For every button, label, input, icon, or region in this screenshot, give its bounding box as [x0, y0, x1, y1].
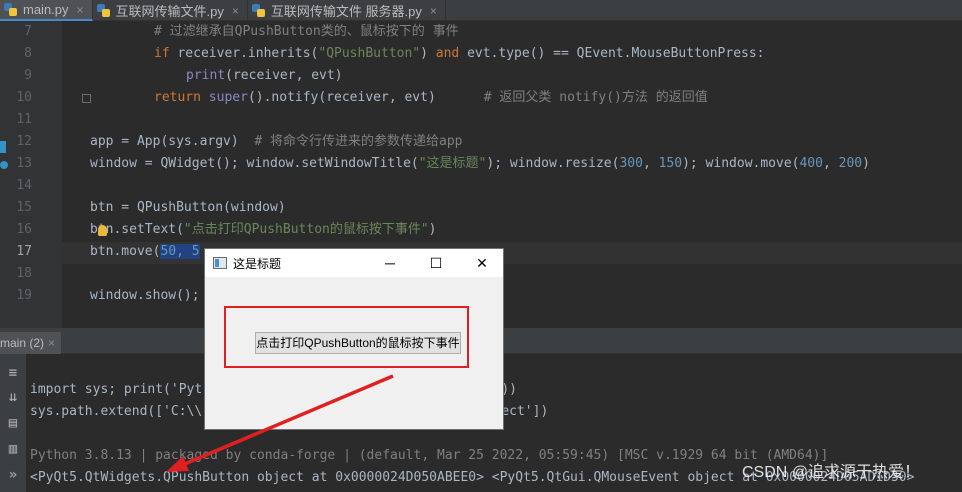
- minimize-button[interactable]: ─: [367, 249, 413, 277]
- python-file-icon: [96, 4, 110, 17]
- line-number: 14: [16, 178, 32, 193]
- close-icon[interactable]: ×: [232, 4, 239, 18]
- code-line-10: return super().notify(receiver, evt) # 返回…: [154, 90, 708, 105]
- code-line-9: print(receiver, evt): [186, 68, 343, 83]
- line-number: 12: [16, 134, 32, 149]
- line-number: 16: [16, 222, 32, 237]
- run-tab[interactable]: main (2) ×: [0, 332, 62, 354]
- line-number: 11: [16, 112, 32, 127]
- tab-label: 互联网传输文件 服务器.py: [270, 4, 422, 19]
- console-line: Python 3.8.13 | packaged by conda-forge …: [30, 448, 829, 463]
- close-button[interactable]: ✕: [459, 249, 505, 277]
- code-line-8: if receiver.inherits("QPushButton") and …: [154, 46, 765, 61]
- line-number: 17: [16, 244, 32, 259]
- line-number: 19: [16, 288, 32, 303]
- tab-transfer-server-py[interactable]: 互联网传输文件 服务器.py ×: [248, 0, 446, 21]
- close-icon[interactable]: ×: [48, 336, 55, 350]
- fold-icon[interactable]: [82, 94, 91, 103]
- line-number-gutter: 7 8 9 10 11 12 13 14 15 16 17 18 19: [0, 21, 62, 328]
- tab-transfer-py[interactable]: 互联网传输文件.py ×: [93, 0, 248, 21]
- code-line-7: # 过滤继承自QPushButton类的、鼠标按下的 事件: [154, 24, 459, 39]
- annotation-box: [224, 306, 469, 368]
- line-number: 18: [16, 266, 32, 281]
- python-file-icon: [251, 4, 265, 17]
- qt-app-icon: [213, 257, 227, 269]
- line-number: 8: [24, 46, 32, 61]
- maximize-button[interactable]: ☐: [413, 249, 459, 277]
- code-line-16: btn.setText("点击打印QPushButton的鼠标按下事件"): [90, 222, 437, 237]
- code-editor[interactable]: # 过滤继承自QPushButton类的、鼠标按下的 事件 if receive…: [62, 21, 962, 328]
- code-line-17: btn.move(50, 5: [90, 244, 200, 259]
- delete-icon[interactable]: ▥: [4, 440, 22, 458]
- line-number: 13: [16, 156, 32, 171]
- editor-tab-bar: main.py × 互联网传输文件.py × 互联网传输文件 服务器.py ×: [0, 0, 962, 21]
- watermark: CSDN @追求源于热爱！: [742, 464, 921, 481]
- tab-label: 互联网传输文件.py: [115, 4, 224, 19]
- run-panel-toolbar: ≡ ⇊ ▤ ▥ »: [0, 354, 26, 492]
- console-prompt-icon[interactable]: »: [4, 466, 22, 484]
- code-line-19: window.show();: [90, 288, 200, 303]
- print-icon[interactable]: ▤: [4, 414, 22, 432]
- close-icon[interactable]: ×: [77, 3, 84, 17]
- qt-window-titlebar[interactable]: 这是标题 ─ ☐ ✕: [205, 249, 503, 277]
- run-tab-label: main (2): [0, 336, 45, 350]
- line-number: 9: [24, 68, 32, 83]
- tab-label: main.py: [23, 2, 69, 17]
- scroll-to-end-icon[interactable]: ⇊: [4, 388, 22, 406]
- code-line-12: app = App(sys.argv) # 将命令行传进来的参数传递给app: [90, 134, 463, 149]
- lightbulb-icon[interactable]: [98, 225, 107, 236]
- code-line-15: btn = QPushButton(window): [90, 200, 286, 215]
- structure-marker-icon: [0, 141, 6, 153]
- code-line-13: window = QWidget(); window.setWindowTitl…: [90, 156, 870, 171]
- line-number: 7: [24, 24, 32, 39]
- soft-wrap-icon[interactable]: ≡: [4, 364, 22, 382]
- tab-main-py[interactable]: main.py ×: [0, 0, 93, 21]
- close-icon[interactable]: ×: [430, 4, 437, 18]
- python-file-icon: [4, 3, 17, 16]
- qt-window-title: 这是标题: [233, 256, 282, 271]
- run-marker-icon: [0, 161, 8, 169]
- line-number: 15: [16, 200, 32, 215]
- line-number: 10: [16, 90, 32, 105]
